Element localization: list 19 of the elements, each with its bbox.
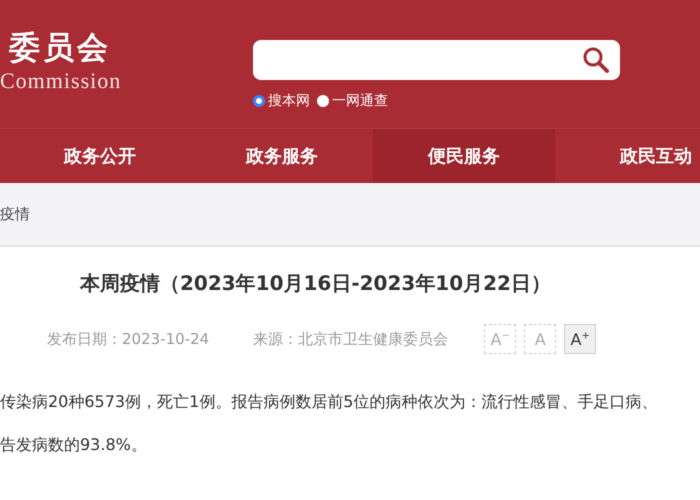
logo-title: 委员会 xyxy=(8,29,112,68)
font-size-button[interactable]: A$^{+}$ xyxy=(564,324,596,354)
article-title: 本周疫情（2023年10月16日-2023年10月22日） xyxy=(80,270,552,297)
radio-button[interactable] xyxy=(253,95,265,107)
article-source: 来源：北京市卫生健康委员会 xyxy=(253,330,448,348)
radio-label[interactable]: 搜本网 xyxy=(268,92,310,110)
nav-tab[interactable]: 政务服务 xyxy=(191,129,373,183)
radio-label[interactable]: 一网通查 xyxy=(332,92,388,110)
search-field[interactable] xyxy=(253,40,620,80)
logo-subtitle: Commission xyxy=(0,68,122,94)
body-text: 告发病数的93.8%。 xyxy=(0,434,148,456)
nav-tab[interactable]: 政民互动 xyxy=(555,129,700,183)
body-text: 传染病20种6573例，死亡1例。报告病例数居前5位的病种依次为：流行性感冒、手足口病、 xyxy=(0,391,658,413)
radio-button[interactable] xyxy=(317,95,329,107)
breadcrumb-link[interactable]: 疫情 xyxy=(0,204,30,224)
search-icon[interactable] xyxy=(582,46,610,74)
publish-date: 发布日期：2023-10-24 xyxy=(47,330,210,348)
nav-tab[interactable]: 政务公开 xyxy=(9,129,191,183)
nav-tab[interactable]: 便民服务 xyxy=(373,129,555,183)
